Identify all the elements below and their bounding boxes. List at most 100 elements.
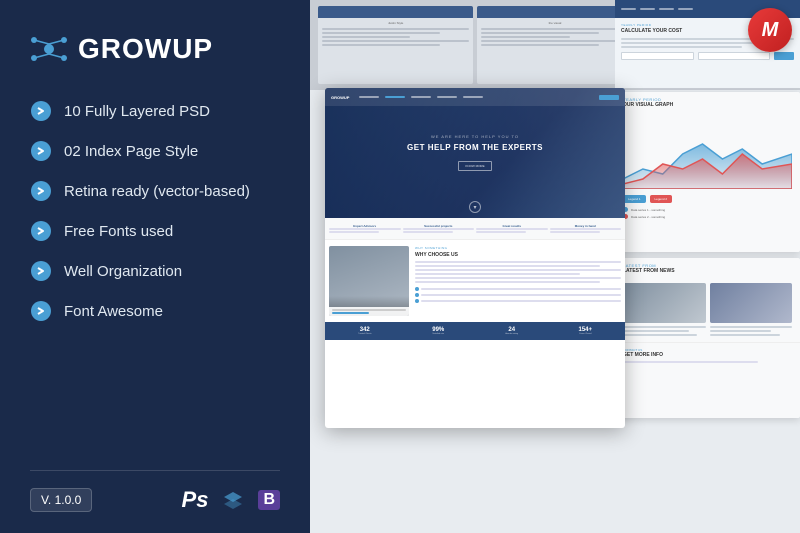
logo-area: GROWUP	[30, 30, 280, 68]
content-heading: WHY CHOOSE US	[415, 252, 621, 258]
nav-lines	[621, 8, 693, 10]
stat-desc-1	[329, 228, 401, 233]
content-line	[415, 281, 600, 283]
news-line	[710, 330, 772, 332]
news-lines-1	[623, 326, 706, 336]
strip-line	[322, 28, 469, 30]
features-list: 10 Fully Layered PSD 02 Index Page Style…	[30, 100, 280, 460]
counter-2: 99% Satisfied rate	[403, 327, 475, 335]
strip-page-2: the visual	[477, 6, 632, 84]
bottom-bar: V. 1.0.0 Ps B	[30, 470, 280, 513]
mockup-nav: GROWUP	[325, 88, 625, 106]
feature-item-4: Free Fonts used	[30, 220, 280, 242]
calculate-form	[621, 52, 794, 60]
counter-label-4: Cases Closed	[550, 333, 622, 335]
nav-line	[640, 8, 655, 10]
counter-1: 342 Trusted Clients	[329, 327, 401, 335]
graph-chart-area	[615, 113, 800, 193]
strip-line	[322, 44, 440, 46]
graph-title: OUR VISUAL GRAPH	[623, 102, 792, 108]
content-line	[415, 269, 621, 271]
feature-item-5: Well Organization	[30, 260, 280, 282]
strip-page-body-1: Justin Style	[318, 18, 473, 51]
brand-logo-icon	[30, 30, 68, 68]
news-items	[615, 279, 800, 340]
strip-line	[481, 28, 628, 30]
graph-btn-2: Legend 2	[650, 195, 673, 203]
stat-box-3: Great results	[476, 224, 548, 233]
graph-btn-1: Legend 1	[623, 195, 646, 203]
mockup-stats-row: Expert Advisors Successful projects Grea…	[325, 218, 625, 240]
graph-header: YEARLY PERIOD OUR VISUAL GRAPH	[615, 92, 800, 113]
feature-item-1: 10 Fully Layered PSD	[30, 100, 280, 122]
right-panel: Justin Style the visual Martin S	[310, 0, 800, 533]
news-item-1	[623, 283, 706, 336]
strip-line	[481, 44, 599, 46]
mockup-counter-bar: 342 Trusted Clients 99% Satisfied rate 2…	[325, 322, 625, 340]
nav-item	[437, 96, 457, 98]
news-image-1	[623, 283, 706, 323]
version-badge: V. 1.0.0	[30, 488, 92, 512]
content-text-area: WHY SOMETHING WHY CHOOSE US	[415, 246, 621, 316]
nav-line	[659, 8, 674, 10]
news-title: LATEST FROM NEWS	[623, 268, 792, 274]
news-item-2	[710, 283, 793, 336]
stat-box-2: Successful projects	[403, 224, 475, 233]
nav-line	[621, 8, 636, 10]
strip-line	[481, 36, 569, 38]
strip-line	[322, 32, 440, 34]
nav-item	[411, 96, 431, 98]
left-panel: GROWUP 10 Fully Layered PSD 02 Index Pag…	[0, 0, 310, 533]
calculate-input-2	[698, 52, 771, 60]
news-line	[623, 326, 706, 328]
news-header: LATEST FROM LATEST FROM NEWS	[615, 258, 800, 279]
strip-page-1: Justin Style	[318, 6, 473, 84]
nav-item	[385, 96, 405, 98]
counter-label-3: Awards wining	[476, 333, 548, 335]
chevron-circle-icon-4	[30, 220, 52, 242]
chevron-circle-icon-3	[30, 180, 52, 202]
news-line	[623, 330, 689, 332]
chevron-circle-icon-2	[30, 140, 52, 162]
legend-item-1: Data series 1 - something	[623, 207, 792, 212]
mockup-content-section: WHY SOMETHING WHY CHOOSE US	[325, 240, 625, 322]
hero-scroll-arrow: ▾	[469, 201, 481, 213]
nav-item	[359, 96, 379, 98]
content-line	[415, 277, 621, 279]
content-line	[415, 261, 621, 263]
stat-box-4: Money in hand	[550, 224, 622, 233]
stat-box-1: Expert Advisors	[329, 224, 401, 233]
feature-item-2: 02 Index Page Style	[30, 140, 280, 162]
news-line	[710, 326, 793, 328]
nav-line	[678, 8, 693, 10]
bootstrap-icon: B	[258, 490, 280, 510]
news-lines-2	[710, 326, 793, 336]
layers-icon	[222, 489, 244, 511]
hero-cta-button: KNOW MORE	[458, 161, 491, 171]
brand-watermark-badge: M	[748, 8, 792, 52]
mockup-hero: GROWUP WE ARE HERE TO HELP YOU TO GET HE…	[325, 88, 625, 218]
rmt-line	[621, 46, 742, 48]
content-line	[415, 265, 600, 267]
contact-title: GET MORE INFO	[623, 352, 792, 358]
main-mockup: GROWUP WE ARE HERE TO HELP YOU TO GET HE…	[325, 88, 625, 428]
feature-item-3: Retina ready (vector-based)	[30, 180, 280, 202]
calculate-input-1	[621, 52, 694, 60]
counter-label-1: Trusted Clients	[329, 333, 401, 335]
news-line	[710, 334, 780, 336]
strip-line	[481, 40, 628, 42]
chevron-circle-icon-5	[30, 260, 52, 282]
counter-4: 154+ Cases Closed	[550, 327, 622, 335]
nav-item	[463, 96, 483, 98]
contact-section-hint: CONTACT US GET MORE INFO	[615, 342, 800, 368]
content-eyebrow: WHY SOMETHING	[415, 246, 621, 250]
chevron-circle-icon-1	[30, 100, 52, 122]
watermark-letter: M	[762, 20, 779, 40]
rmt-line	[621, 42, 768, 44]
strip-line	[322, 36, 410, 38]
content-lines	[415, 261, 621, 283]
strip-page-header-1	[318, 6, 473, 18]
content-image	[329, 246, 409, 316]
brand-name: GROWUP	[78, 33, 213, 65]
legend-item-2: Data series 2 - something	[623, 214, 792, 219]
